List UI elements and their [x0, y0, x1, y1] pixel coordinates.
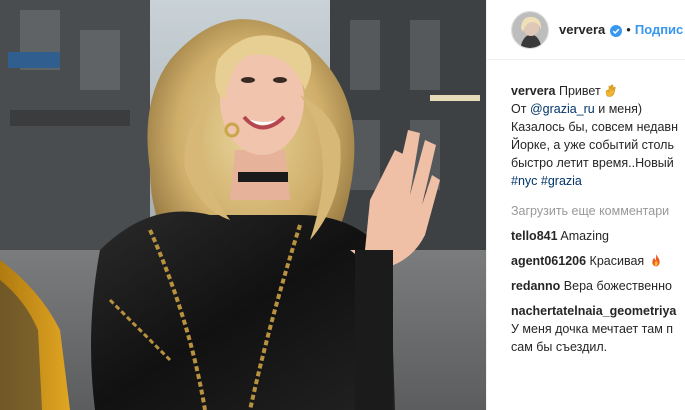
avatar[interactable]: [511, 10, 549, 49]
waving-hand-icon: [604, 84, 617, 98]
caption-line-1: ververa Привет: [511, 82, 685, 100]
post-photo-art: [0, 0, 486, 410]
comment-text: Amazing: [560, 229, 609, 243]
comments-section: ververa Привет От @grazia_ru и меня) Каз…: [487, 60, 685, 356]
comment-text: Красивая: [589, 254, 645, 268]
comment-text: Вера божественно: [563, 279, 672, 293]
post-sidebar: ververa • Подпис ververa Привет От @graz…: [486, 0, 685, 410]
comment-text-line: У меня дочка мечтает там п: [511, 322, 674, 336]
caption-line-5: быстро летит время..Новый: [511, 156, 674, 170]
caption-line-4: Йорке, а уже событий столь: [511, 138, 674, 152]
follow-button[interactable]: Подпис: [635, 22, 683, 37]
caption-author[interactable]: ververa: [511, 84, 556, 98]
post-author-username[interactable]: ververa: [559, 22, 605, 37]
comment-item: tello841 Amazing: [511, 227, 685, 245]
separator-dot: •: [626, 22, 631, 37]
comment-username[interactable]: redanno: [511, 279, 560, 293]
comment-username[interactable]: tello841: [511, 229, 558, 243]
post-photo[interactable]: [0, 0, 486, 410]
comment-item: redanno Вера божественно: [511, 277, 685, 295]
comment-item: nachertatelnaia_geometriya: [511, 302, 685, 320]
caption-line-2: От @grazia_ru и меня): [511, 100, 685, 118]
comment-item: agent061206 Красивая: [511, 252, 685, 270]
caption-greeting: Привет: [558, 84, 601, 98]
comment-text-line: сам бы съездил.: [511, 340, 608, 354]
hashtag-nyc[interactable]: #nyc: [511, 174, 537, 188]
caption-from: От: [511, 102, 527, 116]
caption-and-me: и меня): [598, 102, 643, 116]
load-more-comments-button[interactable]: Загрузить еще комментари: [511, 202, 685, 220]
comment-username[interactable]: nachertatelnaia_geometriya: [511, 304, 676, 318]
post-header: ververa • Подпис: [487, 0, 685, 60]
hashtag-grazia[interactable]: #grazia: [541, 174, 582, 188]
mention-link[interactable]: @grazia_ru: [530, 102, 595, 116]
comment-username[interactable]: agent061206: [511, 254, 586, 268]
fire-icon: [651, 254, 661, 267]
caption-hashtags: #nyc #grazia: [511, 172, 685, 190]
verified-badge-icon: [610, 24, 623, 37]
caption-line-3: Казалось бы, совсем недавн: [511, 120, 678, 134]
